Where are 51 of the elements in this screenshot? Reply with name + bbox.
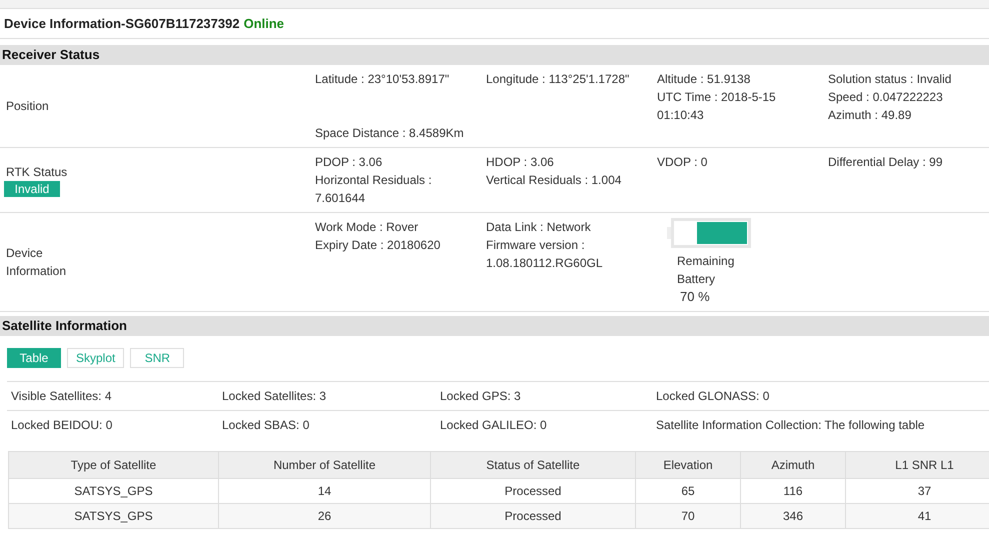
field-text: PDOP : 3.06 [315, 154, 384, 171]
field-text: Horizontal Residuals : 7.601644 [315, 172, 433, 207]
battery-label: Remaining Battery [677, 253, 736, 288]
column-header: L1 SNR L1 [846, 452, 989, 478]
field-text: Vertical Residuals : 1.004 [486, 172, 622, 189]
column-header: Number of Satellite [218, 452, 430, 478]
online-status: Online [244, 16, 284, 31]
section-title: Satellite Information [0, 316, 989, 336]
column-header: Type of Satellite [8, 452, 218, 478]
field-text: Expiry Date : 20180620 [315, 237, 442, 254]
view-tab[interactable]: Table [7, 348, 61, 368]
field-text: HDOP : 3.06 [486, 154, 555, 171]
field-text: Space Distance : 8.4589Km [315, 125, 465, 142]
stat-text: Locked GLONASS: 0 [656, 389, 770, 403]
field-text: Differential Delay : 99 [828, 154, 944, 171]
section-title: Receiver Status [0, 45, 989, 65]
table-cell: 26 [218, 504, 430, 528]
field-text: Data Link : Network [486, 219, 592, 236]
stat-text: Locked GPS: 3 [440, 389, 522, 403]
stat-text: Satellite Information Collection: The following table [656, 418, 926, 432]
table-cell: SATSYS_GPS [8, 504, 218, 528]
column-header: Status of Satellite [430, 452, 636, 478]
table-cell: 346 [740, 504, 846, 528]
field-text: Speed : 0.047222223 [828, 89, 944, 106]
view-tab[interactable]: SNR [130, 348, 184, 368]
status-badge: Invalid [4, 181, 60, 197]
view-tab[interactable]: Skyplot [67, 348, 124, 368]
field-text: Work Mode : Rover [315, 219, 420, 236]
field-text: VDOP : 0 [657, 154, 708, 171]
stat-text: Locked SBAS: 0 [222, 418, 310, 432]
stat-text: Locked BEIDOU: 0 [11, 418, 114, 432]
stat-text: Visible Satellites: 4 [11, 389, 112, 403]
table-cell: Processed [430, 504, 636, 528]
field-text: Latitude : 23°10'53.8917" [315, 71, 450, 88]
field-text: Altitude : 51.9138 [657, 71, 752, 88]
field-text: Azimuth : 49.89 [828, 107, 912, 124]
table-cell: 41 [846, 504, 989, 528]
row-label: Device Information [5, 245, 68, 280]
field-text: Longitude : 113°25'1.1728" [486, 71, 630, 88]
stat-text: Locked GALILEO: 0 [440, 418, 548, 432]
field-text: Firmware version : 1.08.180112.RG60GL [486, 237, 604, 272]
field-text: UTC Time : 2018-5-15 01:10:43 [657, 89, 777, 124]
table-cell: 70 [636, 504, 740, 528]
column-header: Azimuth [740, 452, 846, 478]
row-label: RTK Status [5, 164, 68, 181]
device-title: Device Information-SG607B117237392 [4, 16, 240, 31]
stat-text: Locked Satellites: 3 [222, 389, 328, 403]
column-header: Elevation [636, 452, 740, 478]
row-label: Position [5, 98, 50, 115]
field-text: Solution status : Invalid [828, 71, 952, 88]
battery-reading: 70 % [680, 288, 710, 306]
